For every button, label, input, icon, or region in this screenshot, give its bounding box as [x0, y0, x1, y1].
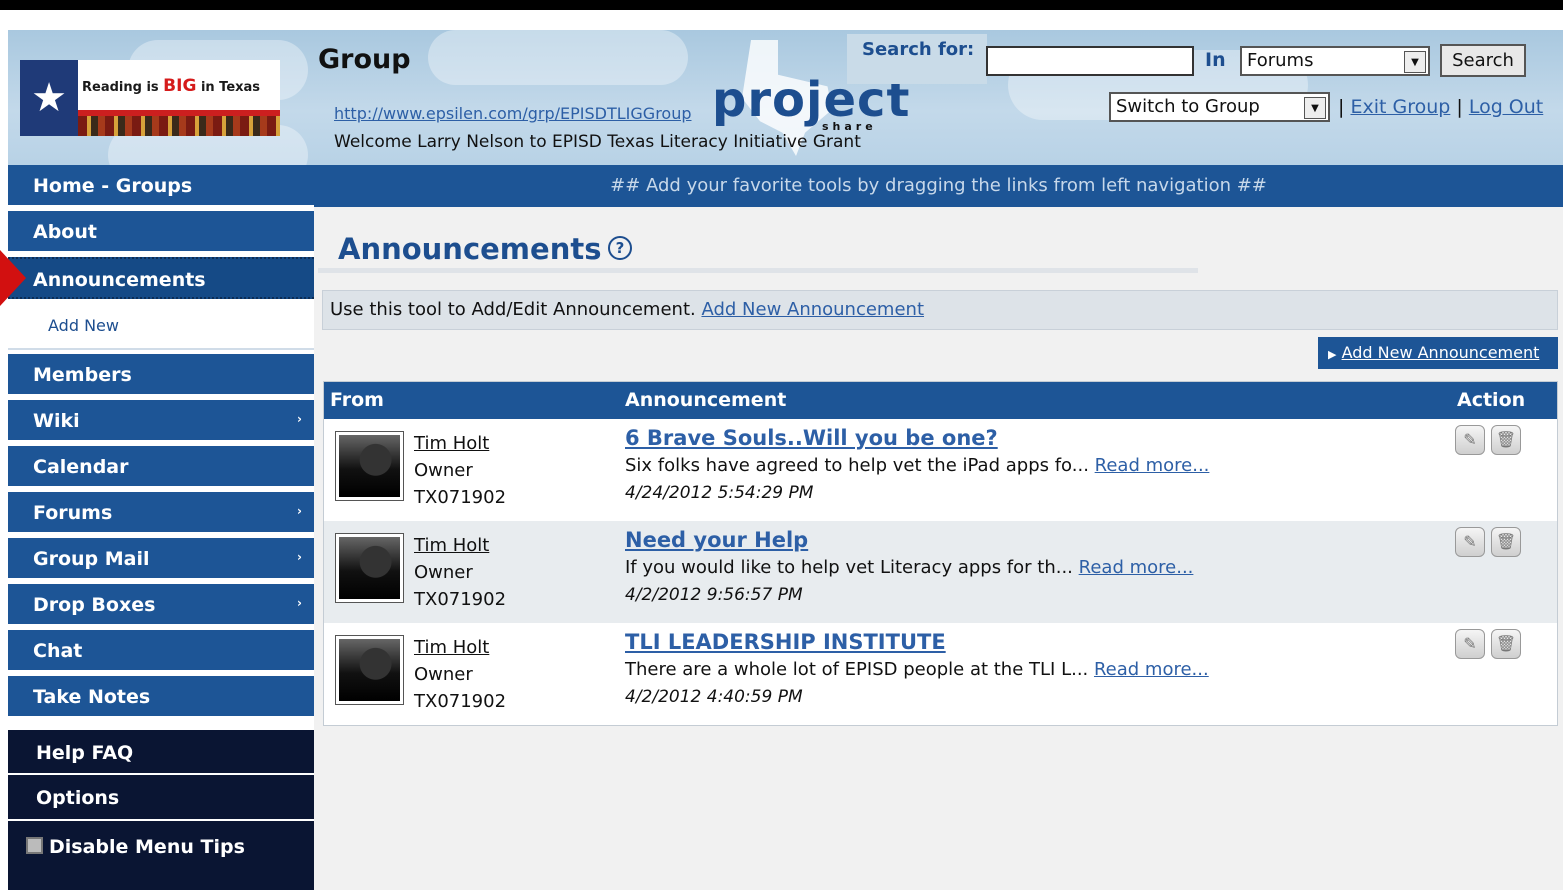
- author-code: TX071902: [414, 589, 507, 610]
- author-link[interactable]: Tim Holt: [414, 535, 489, 556]
- add-new-announcement-link[interactable]: Add New Announcement: [701, 299, 924, 320]
- cloud-decoration: [428, 30, 688, 85]
- tools-banner: ## Add your favorite tools by dragging t…: [314, 165, 1563, 207]
- announcement-title-link[interactable]: Need your Help: [625, 528, 808, 552]
- search-scope-select[interactable]: Forums ▼: [1240, 46, 1430, 76]
- author-link[interactable]: Tim Holt: [414, 433, 489, 454]
- sidebar-item-calendar[interactable]: Calendar: [8, 446, 314, 488]
- pencil-icon[interactable]: ✎: [1455, 425, 1485, 455]
- announcement-title-link[interactable]: 6 Brave Souls..Will you be one?: [625, 426, 998, 450]
- announcement-date: 4/2/2012 4:40:59 PM: [625, 687, 803, 707]
- read-more-link[interactable]: Read more...: [1094, 659, 1209, 680]
- search-label: Search for:: [847, 34, 987, 84]
- avatar[interactable]: [335, 431, 404, 501]
- sidebar-item-announcements[interactable]: Announcements: [8, 257, 314, 299]
- exit-group-link[interactable]: Exit Group: [1350, 96, 1450, 118]
- pencil-icon[interactable]: ✎: [1455, 629, 1485, 659]
- column-header-action: Action: [1457, 389, 1526, 411]
- title-divider: [318, 268, 1198, 273]
- sidebar-item-forums[interactable]: Forums ›: [8, 492, 314, 534]
- author-code: TX071902: [414, 691, 507, 712]
- top-border: [0, 0, 1563, 10]
- table-header: From Announcement Action: [324, 382, 1557, 419]
- options-button[interactable]: Options: [8, 775, 314, 819]
- sidebar-item-drop-boxes[interactable]: Drop Boxes ›: [8, 584, 314, 626]
- search-button[interactable]: Search: [1440, 44, 1526, 77]
- table-row: Tim Holt Owner TX071902 TLI LEADERSHIP I…: [324, 623, 1557, 725]
- chevron-right-icon: ›: [297, 412, 302, 426]
- add-new-announcement-button[interactable]: ▶ Add New Announcement: [1318, 337, 1558, 369]
- chevron-right-icon: ›: [297, 596, 302, 610]
- chevron-right-icon: ›: [297, 504, 302, 518]
- pencil-icon[interactable]: ✎: [1455, 527, 1485, 557]
- logo-text: Reading is BIG in Texas: [82, 76, 261, 96]
- log-out-link[interactable]: Log Out: [1469, 96, 1543, 118]
- group-url-link[interactable]: http://www.epsilen.com/grp/EPISDTLIGGrou…: [334, 104, 692, 123]
- announcement-date: 4/2/2012 9:56:57 PM: [625, 585, 803, 605]
- avatar[interactable]: [335, 635, 404, 705]
- top-spacer: [0, 10, 1563, 30]
- search-input[interactable]: [986, 46, 1194, 76]
- play-arrow-icon: ▶: [1328, 348, 1337, 361]
- sidebar-item-about[interactable]: About: [8, 211, 314, 253]
- chevron-down-icon: ▼: [1304, 97, 1326, 119]
- announcement-date: 4/24/2012 5:54:29 PM: [625, 483, 814, 503]
- reading-big-texas-logo[interactable]: ★ Reading is BIG in Texas: [20, 60, 280, 136]
- announcement-excerpt: There are a whole lot of EPISD people at…: [625, 659, 1209, 680]
- sidebar-item-chat[interactable]: Chat: [8, 630, 314, 672]
- trash-icon[interactable]: 🗑: [1491, 629, 1521, 659]
- author-code: TX071902: [414, 487, 507, 508]
- info-bar: Use this tool to Add/Edit Announcement. …: [322, 290, 1558, 330]
- column-header-from: From: [330, 389, 384, 411]
- read-more-link[interactable]: Read more...: [1079, 557, 1194, 578]
- account-links: | Exit Group | Log Out: [1338, 96, 1544, 118]
- welcome-message: Welcome Larry Nelson to EPISD Texas Lite…: [334, 132, 861, 152]
- author-role: Owner: [414, 664, 473, 685]
- switch-group-select[interactable]: Switch to Group ▼: [1109, 92, 1330, 122]
- table-row: Tim Holt Owner TX071902 6 Brave Souls..W…: [324, 419, 1557, 521]
- logo-books: [78, 116, 280, 136]
- avatar[interactable]: [335, 533, 404, 603]
- help-icon[interactable]: ?: [608, 236, 632, 260]
- sidebar: Home - Groups About Announcements Add Ne…: [8, 165, 314, 890]
- sidebar-item-add-new[interactable]: Add New: [8, 302, 314, 350]
- chevron-right-icon: ›: [297, 550, 302, 564]
- sidebar-item-wiki[interactable]: Wiki ›: [8, 400, 314, 442]
- author-link[interactable]: Tim Holt: [414, 637, 489, 658]
- announcement-excerpt: Six folks have agreed to help vet the iP…: [625, 455, 1210, 476]
- sidebar-item-group-mail[interactable]: Group Mail ›: [8, 538, 314, 580]
- chevron-down-icon: ▼: [1404, 51, 1426, 73]
- table-row: Tim Holt Owner TX071902 Need your Help I…: [324, 521, 1557, 623]
- sidebar-item-home-groups[interactable]: Home - Groups: [8, 165, 314, 207]
- trash-icon[interactable]: 🗑: [1491, 425, 1521, 455]
- announcements-table: From Announcement Action Tim Holt Owner …: [323, 381, 1558, 726]
- active-pointer-icon: [0, 250, 26, 306]
- announcement-title-link[interactable]: TLI LEADERSHIP INSTITUTE: [625, 630, 946, 654]
- in-label: In: [1205, 49, 1226, 71]
- disable-tips-checkbox[interactable]: [26, 837, 43, 854]
- author-role: Owner: [414, 562, 473, 583]
- page-title: Group: [318, 44, 411, 75]
- help-faq-button[interactable]: Help FAQ: [8, 730, 314, 773]
- section-title: Announcements: [338, 232, 602, 266]
- column-header-announcement: Announcement: [625, 389, 787, 411]
- announcement-excerpt: If you would like to help vet Literacy a…: [625, 557, 1194, 578]
- author-role: Owner: [414, 460, 473, 481]
- star-icon: ★: [20, 60, 78, 136]
- trash-icon[interactable]: 🗑: [1491, 527, 1521, 557]
- sidebar-item-take-notes[interactable]: Take Notes: [8, 676, 314, 718]
- read-more-link[interactable]: Read more...: [1095, 455, 1210, 476]
- disable-menu-tips-toggle[interactable]: Disable Menu Tips: [8, 821, 314, 890]
- sidebar-item-members[interactable]: Members: [8, 354, 314, 396]
